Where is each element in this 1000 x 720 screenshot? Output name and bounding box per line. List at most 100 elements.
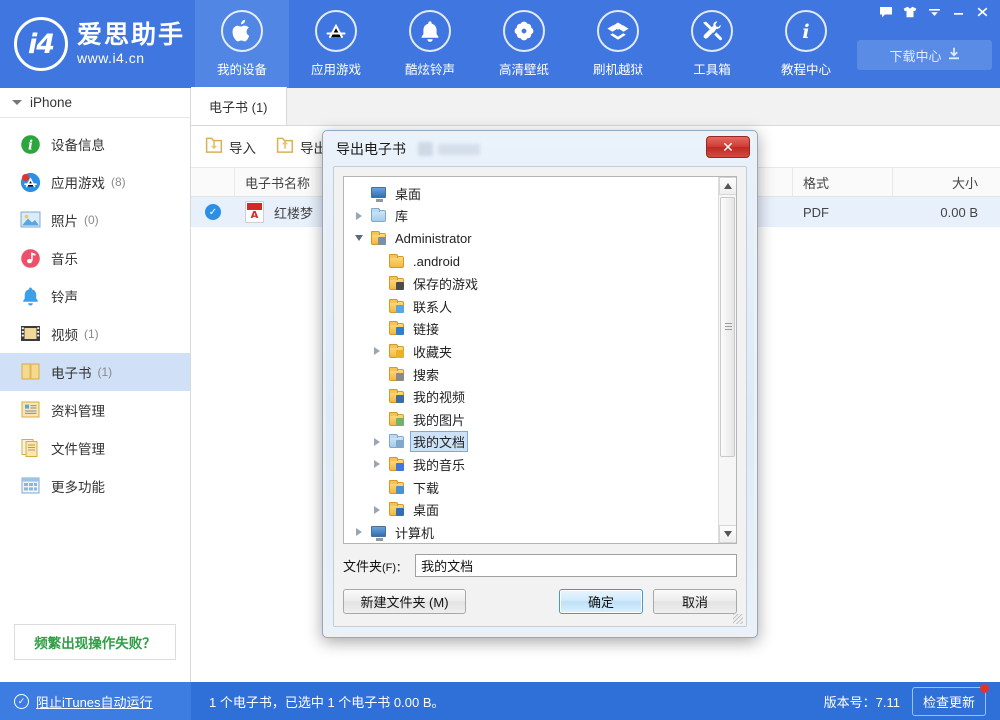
tree-expander-closed-icon[interactable] (370, 506, 383, 514)
sidebar-item-ringtones[interactable]: 铃声 (0, 277, 190, 315)
nav-label: 工具箱 (693, 59, 731, 78)
tree-node-label: 桌面 (410, 500, 442, 519)
sidebar-item-ebooks[interactable]: 电子书 (1) (0, 353, 190, 391)
tree-node-label: 我的音乐 (410, 455, 468, 474)
nav-item-apps-games[interactable]: 应用游戏 (289, 0, 383, 88)
sidebar-item-music[interactable]: 音乐 (0, 239, 190, 277)
check-circle-icon: ✓ (14, 694, 29, 709)
scrollbar-thumb[interactable] (720, 197, 735, 457)
downloads-icon (388, 480, 405, 495)
tree-node-desktop-folder[interactable]: 桌面 (350, 498, 717, 521)
row-checkbox[interactable]: ✓ (191, 197, 235, 227)
scroll-up-icon[interactable] (719, 177, 737, 195)
column-header-size[interactable]: 大小 (893, 168, 1000, 197)
tab-strip: 电子书 (1) (191, 88, 1000, 126)
nav-item-ringtones[interactable]: 酷炫铃声 (383, 0, 477, 88)
tree-expander-closed-icon[interactable] (352, 528, 365, 536)
tree-node-my-videos[interactable]: 我的视频 (350, 385, 717, 408)
device-selector[interactable]: iPhone (0, 88, 190, 118)
tree-node-my-music[interactable]: 我的音乐 (350, 453, 717, 476)
info-icon: i (785, 10, 827, 52)
box-icon (597, 10, 639, 52)
tree-scrollbar[interactable] (718, 177, 736, 543)
tree-expander-closed-icon[interactable] (370, 460, 383, 468)
scrollbar-grip-icon (725, 323, 732, 331)
new-folder-button[interactable]: 新建文件夹 (M) (343, 589, 466, 614)
tree-node-computer[interactable]: 计算机 (350, 521, 717, 543)
app-header: i4 爱思助手 www.i4.cn 我的设备 应用游戏 (0, 0, 1000, 88)
tree-node-links[interactable]: 链接 (350, 318, 717, 341)
close-icon[interactable] (970, 1, 994, 23)
folder-tree: 桌面 库 Administrator (344, 177, 717, 543)
ok-button[interactable]: 确定 (559, 589, 643, 614)
import-button[interactable]: 导入 (205, 137, 256, 157)
book-icon (20, 362, 41, 383)
dialog-titlebar[interactable]: 导出电子书 ✕ (326, 134, 754, 164)
videos-icon (388, 389, 405, 404)
tab-ebooks[interactable]: 电子书 (1) (191, 87, 287, 125)
tree-node-searches[interactable]: 搜索 (350, 363, 717, 386)
nav-item-toolbox[interactable]: 工具箱 (665, 0, 759, 88)
status-bar: ✓ 阻止iTunes自动运行 1 个电子书，已选中 1 个电子书 0.00 B。… (0, 682, 1000, 720)
sidebar-item-videos[interactable]: 视频 (1) (0, 315, 190, 353)
check-icon: ✓ (205, 204, 221, 220)
feedback-icon[interactable] (874, 1, 898, 23)
export-ebook-dialog: 导出电子书 ✕ 桌面 (322, 130, 758, 638)
tree-node-downloads[interactable]: 下载 (350, 476, 717, 499)
nav-item-jailbreak[interactable]: 刷机越狱 (571, 0, 665, 88)
nav-item-my-device[interactable]: 我的设备 (195, 0, 289, 88)
tree-node-desktop[interactable]: 桌面 (350, 182, 717, 205)
help-link-box[interactable]: 频繁出现操作失败？ (14, 624, 176, 660)
sidebar-item-file-management[interactable]: 文件管理 (0, 429, 190, 467)
check-update-button[interactable]: 检查更新 (912, 687, 986, 716)
tree-node-contacts[interactable]: 联系人 (350, 295, 717, 318)
tree-node-my-documents[interactable]: 我的文档 (350, 431, 717, 454)
tree-expander-closed-icon[interactable] (352, 212, 365, 220)
sidebar-item-label: 视频 (51, 324, 78, 344)
sidebar-item-photos[interactable]: 照片 (0) (0, 201, 190, 239)
dialog-close-button[interactable]: ✕ (706, 136, 750, 158)
grid-icon (20, 476, 41, 497)
nav-item-tutorials[interactable]: i 教程中心 (759, 0, 853, 88)
column-header-format[interactable]: 格式 (793, 168, 893, 197)
chevron-down-icon[interactable] (922, 1, 946, 23)
cancel-button[interactable]: 取消 (653, 589, 737, 614)
tree-node-favorites[interactable]: 收藏夹 (350, 340, 717, 363)
resize-grip-icon[interactable] (733, 614, 743, 624)
sidebar-item-data-management[interactable]: 资料管理 (0, 391, 190, 429)
block-itunes-toggle[interactable]: ✓ 阻止iTunes自动运行 (0, 682, 191, 720)
tree-node-libraries[interactable]: 库 (350, 205, 717, 228)
contacts-icon (388, 299, 405, 314)
tree-node-saved-games[interactable]: 保存的游戏 (350, 272, 717, 295)
dialog-body: 桌面 库 Administrator (333, 166, 747, 627)
tree-expander-open-icon[interactable] (352, 235, 365, 241)
skin-icon[interactable] (898, 1, 922, 23)
info-circle-icon: i (20, 134, 41, 155)
row-name: 红楼梦 (274, 203, 313, 222)
tree-node-administrator[interactable]: Administrator (350, 227, 717, 250)
status-right: 版本号：7.11 检查更新 (824, 687, 1000, 716)
sidebar-item-device-info[interactable]: i 设备信息 (0, 125, 190, 163)
tree-node-label: 计算机 (392, 523, 437, 542)
nav-item-wallpapers[interactable]: 高清壁纸 (477, 0, 571, 88)
music-folder-icon (388, 457, 405, 472)
minimize-icon[interactable] (946, 1, 970, 23)
tree-expander-closed-icon[interactable] (370, 347, 383, 355)
export-button[interactable]: 导出 (276, 137, 327, 157)
music-icon (20, 248, 41, 269)
data-icon (20, 400, 41, 421)
nav-label: 应用游戏 (311, 59, 361, 78)
scroll-down-icon[interactable] (719, 525, 737, 543)
export-icon (276, 137, 294, 157)
tree-expander-closed-icon[interactable] (370, 438, 383, 446)
sidebar-item-more[interactable]: 更多功能 (0, 467, 190, 505)
tree-node-label: 联系人 (410, 297, 455, 316)
sidebar-item-apps-games[interactable]: 应用游戏 (8) (0, 163, 190, 201)
folder-name-input[interactable]: 我的文档 (415, 554, 737, 577)
pdf-icon (245, 201, 264, 223)
download-center-button[interactable]: 下载中心 (857, 40, 992, 70)
searches-icon (388, 367, 405, 382)
tree-node-my-pictures[interactable]: 我的图片 (350, 408, 717, 431)
tree-node-android[interactable]: .android (350, 250, 717, 273)
dialog-ghost-watermark (418, 142, 480, 156)
